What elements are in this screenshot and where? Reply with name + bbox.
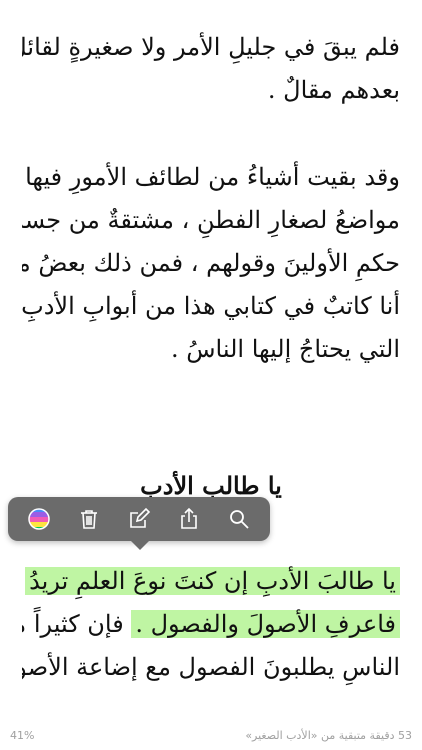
search-icon xyxy=(230,510,249,529)
highlighted-text[interactable]: فاعرفِ الأصولَ والفصول . xyxy=(131,610,400,638)
time-remaining: 53 دقيقة متبقية من «الأدب الصغير» xyxy=(245,729,412,742)
search-button[interactable] xyxy=(221,501,257,537)
highlight-toolbar xyxy=(8,497,270,550)
share-icon xyxy=(181,507,197,529)
text-line: الناسِ يطلبونَ الفصول مع إضاعة الأصول xyxy=(22,653,400,681)
book-reader: فلم يبقَ في جليلِ الأمر ولا صغيرةٍ لقائل… xyxy=(0,0,422,750)
text-line: بعدهم مقالٌ . xyxy=(267,76,400,104)
reading-progress-percent: 41% xyxy=(10,729,35,742)
trash-icon xyxy=(81,510,97,529)
paragraph-2: وقد بقيت أشياءُ من لطائف الأمورِ فيها مو… xyxy=(22,156,400,371)
text-line: حكمِ الأولينَ وقولهم ، فمن ذلك بعضُ ما xyxy=(22,249,400,277)
delete-highlight-button[interactable] xyxy=(71,501,107,537)
paragraph-3: يا طالبَ الأدبِ إن كنتَ نوعَ العلمِ تريد… xyxy=(22,560,400,689)
share-button[interactable] xyxy=(171,501,207,537)
highlighted-text[interactable]: يا طالبَ الأدبِ إن كنتَ نوعَ العلمِ تريد… xyxy=(25,567,400,595)
color-palette-icon xyxy=(28,508,50,530)
edit-note-icon xyxy=(130,507,151,528)
text-line: فلم يبقَ في جليلِ الأمر ولا صغيرةٍ لقائل… xyxy=(22,33,400,61)
text-line: أنا كاتبٌ في كتابي هذا من أبوابِ الأدبِ xyxy=(22,292,400,320)
text-line: مواضعُ لصغارِ الفطنِ ، مشتقةٌ من جسام xyxy=(22,206,400,234)
text-line: وقد بقيت أشياءُ من لطائف الأمورِ فيها xyxy=(25,163,400,191)
paragraph-1: فلم يبقَ في جليلِ الأمر ولا صغيرةٍ لقائل… xyxy=(22,26,400,112)
text-segment: فإن كثيراً من xyxy=(22,610,124,638)
highlight-color-button[interactable] xyxy=(21,501,57,537)
text-line: التي يحتاجُ إليها الناسُ . xyxy=(170,335,400,363)
status-bar: 41% 53 دقيقة متبقية من «الأدب الصغير» xyxy=(0,722,422,750)
text-line: فاعرفِ الأصولَ والفصول . فإن كثيراً من xyxy=(22,603,400,646)
text-line: يا طالبَ الأدبِ إن كنتَ نوعَ العلمِ تريد… xyxy=(22,560,400,603)
add-note-button[interactable] xyxy=(121,501,157,537)
